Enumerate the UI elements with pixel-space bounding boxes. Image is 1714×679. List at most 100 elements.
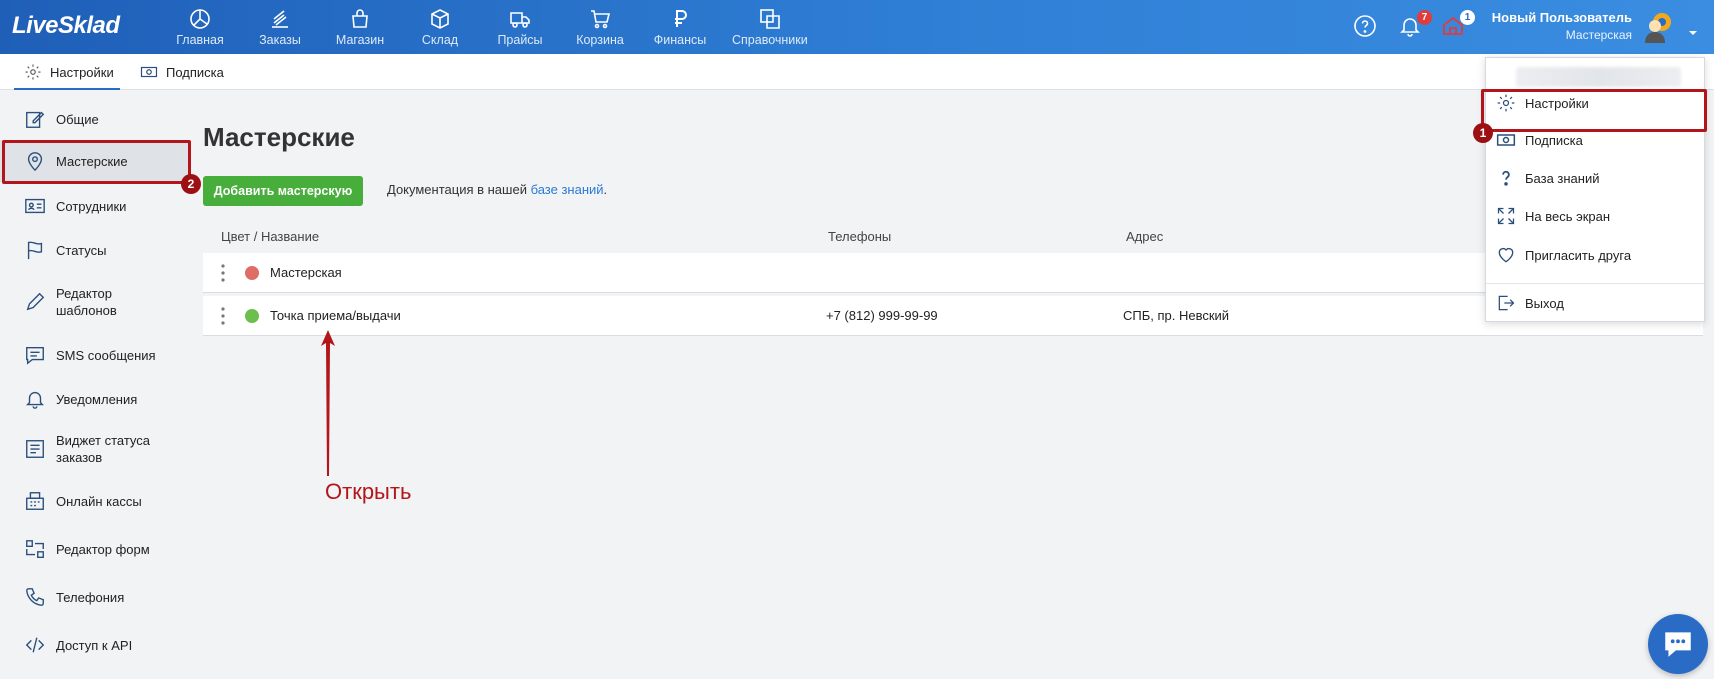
sidebar-item-label: Уведомления — [56, 391, 138, 407]
documentation-note: Документация в нашей базе знаний. — [387, 182, 607, 197]
sms-icon — [26, 346, 44, 365]
shop-badge: 1 — [1460, 10, 1475, 25]
menu-item-fullscreen[interactable]: На весь экран — [1486, 198, 1704, 234]
id-card-icon — [25, 198, 45, 214]
edit-icon — [26, 111, 45, 128]
truck-icon — [510, 12, 530, 28]
sidebar-item-workshops[interactable]: Мастерские — [0, 140, 190, 182]
top-navigation-bar: LiveSklad Главная Заказы Магазин Склад П… — [0, 0, 1714, 54]
sidebar-item-statuses[interactable]: Статусы — [0, 237, 190, 263]
table-row[interactable]: Мастерская — [203, 253, 1703, 293]
column-header-phones[interactable]: Телефоны — [828, 229, 891, 244]
user-role: Мастерская — [1565, 28, 1632, 42]
sidebar-item-status-widget[interactable]: Виджет статуса заказов — [0, 430, 190, 468]
pencil-icon — [26, 292, 45, 311]
step-marker-1: 1 — [1473, 123, 1493, 143]
menu-item-label: База знаний — [1525, 170, 1600, 186]
sidebar-item-label: Редактор шаблонов — [56, 286, 117, 318]
help-button[interactable] — [1353, 14, 1379, 40]
workshop-address: СПБ, пр. Невский — [1123, 308, 1230, 323]
nav-label: Магазин — [335, 33, 385, 47]
bell-icon — [26, 391, 44, 409]
nav-item-cart[interactable]: Корзина — [560, 0, 640, 54]
workshop-name[interactable]: Точка приема/выдачи — [270, 308, 401, 323]
nav-label: Главная — [176, 33, 224, 47]
nav-item-warehouse[interactable]: Склад — [400, 0, 480, 54]
user-dropdown-menu: Настройки Подписка База знаний На весь э… — [1485, 57, 1705, 322]
avatar[interactable] — [1642, 10, 1676, 44]
cash-register-icon — [26, 492, 44, 510]
column-header-name[interactable]: Цвет / Название — [221, 229, 319, 244]
drag-handle-icon[interactable] — [221, 264, 225, 282]
menu-item-label: Подписка — [1525, 132, 1583, 148]
menu-item-invite-friend[interactable]: Пригласить друга — [1486, 237, 1704, 273]
knowledge-base-link[interactable]: базе знаний — [531, 182, 604, 197]
menu-item-label: Настройки — [1525, 95, 1589, 111]
settings-subtabs: Настройки Подписка — [0, 54, 1714, 90]
step-marker-2: 2 — [181, 174, 201, 194]
widget-icon — [26, 440, 44, 458]
table-row[interactable]: Точка приема/выдачи +7 (812) 999-99-99 С… — [203, 296, 1703, 336]
logout-icon — [1498, 295, 1515, 311]
code-icon — [25, 637, 45, 653]
box-icon — [431, 9, 449, 29]
annotation-arrow — [321, 330, 335, 476]
nav-item-references[interactable]: Справочники — [720, 0, 820, 54]
color-dot — [245, 266, 259, 280]
flag-icon — [27, 241, 43, 260]
drag-handle-icon[interactable] — [221, 307, 225, 325]
sidebar-item-telephony[interactable]: Телефония — [0, 583, 190, 611]
add-workshop-button[interactable]: Добавить мастерскую — [203, 176, 363, 206]
fullscreen-icon — [1497, 207, 1515, 225]
menu-item-subscription[interactable]: Подписка — [1486, 122, 1704, 158]
chat-button[interactable] — [1648, 614, 1708, 674]
form-editor-icon — [26, 540, 44, 558]
app-logo[interactable]: LiveSklad — [12, 12, 120, 40]
tab-label: Настройки — [50, 64, 114, 80]
map-pin-icon — [27, 152, 43, 172]
sidebar-item-label: Виджет статуса заказов — [56, 433, 151, 465]
blurred-account-info — [1516, 67, 1681, 87]
nav-item-home[interactable]: Главная — [160, 0, 240, 54]
user-menu-toggle[interactable]: Новый Пользователь Мастерская — [1492, 10, 1632, 42]
doc-prefix: Документация в нашей — [387, 182, 531, 197]
sidebar-item-general[interactable]: Общие — [0, 106, 190, 132]
sidebar-item-label: Статусы — [56, 242, 107, 258]
sidebar-item-sms[interactable]: SMS сообщения — [0, 342, 190, 368]
nav-label: Справочники — [732, 33, 808, 47]
user-name: Новый Пользователь — [1491, 10, 1632, 25]
chat-icon — [1665, 632, 1691, 657]
gear-icon — [1497, 94, 1515, 112]
nav-label: Прайсы — [497, 33, 543, 47]
sidebar-item-employees[interactable]: Сотрудники — [0, 193, 190, 219]
workshop-name[interactable]: Мастерская — [270, 265, 342, 280]
sidebar-item-label: Сотрудники — [56, 198, 127, 214]
nav-item-finance[interactable]: Финансы — [640, 0, 720, 54]
nav-label: Склад — [421, 33, 459, 47]
tab-settings[interactable]: Настройки — [14, 54, 120, 90]
sidebar-item-api[interactable]: Доступ к API — [0, 631, 190, 659]
shop-button[interactable]: 1 — [1441, 10, 1475, 40]
nav-item-prices[interactable]: Прайсы — [480, 0, 560, 54]
annotation-open-label: Открыть — [325, 479, 412, 504]
tab-subscription[interactable]: Подписка — [140, 54, 224, 90]
sidebar-item-online-cash[interactable]: Онлайн кассы — [0, 487, 190, 515]
sidebar-item-label: Онлайн кассы — [56, 493, 142, 509]
chevron-down-icon[interactable] — [1688, 24, 1698, 35]
nav-item-orders[interactable]: Заказы — [240, 0, 320, 54]
sidebar-item-form-editor[interactable]: Редактор форм — [0, 535, 190, 563]
sidebar-item-notifications[interactable]: Уведомления — [0, 386, 190, 412]
sidebar-item-label: SMS сообщения — [56, 347, 156, 363]
menu-item-logout[interactable]: Выход — [1486, 285, 1704, 321]
menu-divider — [1486, 283, 1704, 284]
nav-item-shop[interactable]: Магазин — [320, 0, 400, 54]
shop-bag-icon — [352, 9, 368, 28]
sidebar-item-label: Общие — [56, 111, 99, 127]
notifications-button[interactable]: 7 — [1398, 10, 1432, 40]
column-header-address[interactable]: Адрес — [1126, 229, 1163, 244]
sidebar-item-label: Доступ к API — [56, 637, 133, 653]
sidebar-item-template-editor[interactable]: Редактор шаблонов — [0, 283, 190, 321]
menu-item-settings[interactable]: Настройки — [1486, 85, 1704, 121]
menu-item-label: На весь экран — [1525, 208, 1611, 224]
menu-item-knowledge-base[interactable]: База знаний — [1486, 160, 1704, 196]
